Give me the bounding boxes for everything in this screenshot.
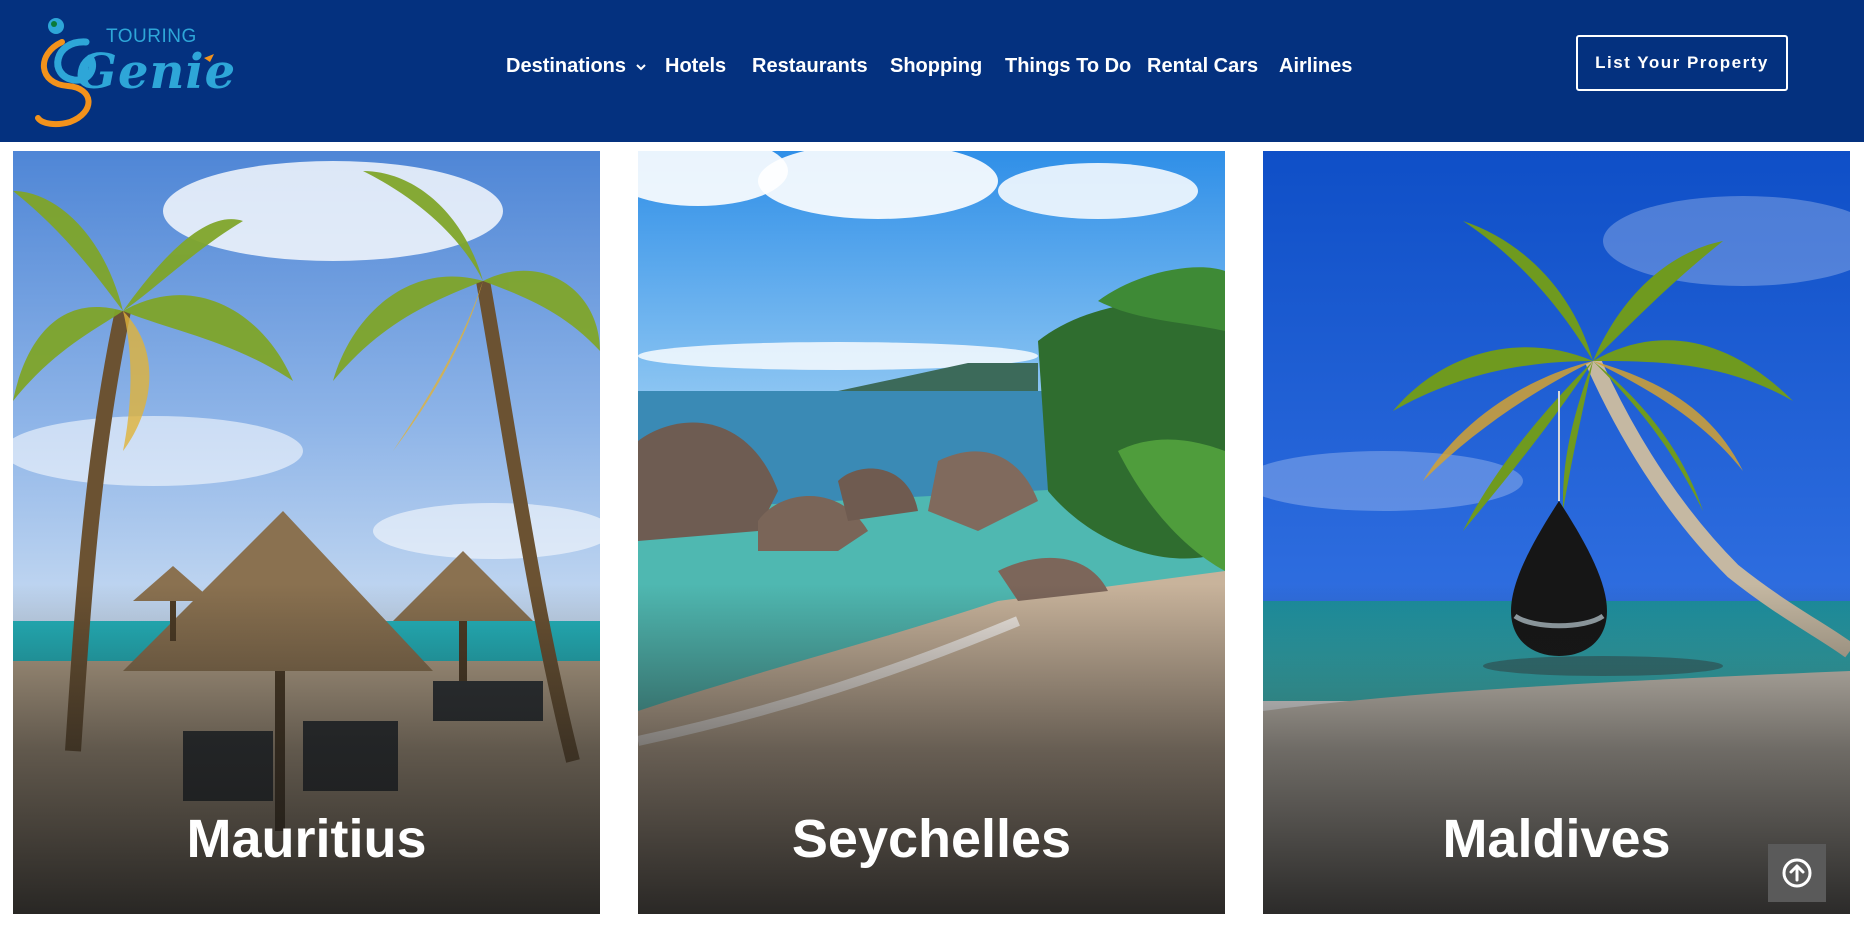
nav-rental-cars[interactable]: Rental Cars xyxy=(1147,50,1258,82)
nav-things-to-do[interactable]: Things To Do xyxy=(1005,50,1131,82)
destination-card-maldives[interactable]: Maldives xyxy=(1263,151,1850,914)
nav-shopping[interactable]: Shopping xyxy=(890,50,982,82)
list-your-property-button[interactable]: List Your Property xyxy=(1576,35,1788,91)
nav-hotels[interactable]: Hotels xyxy=(665,50,726,82)
chevron-down-icon xyxy=(635,64,646,71)
nav-airlines[interactable]: Airlines xyxy=(1279,50,1352,82)
site-header: TOURING Genie Destinations Hotels Restau… xyxy=(0,0,1864,142)
card-title: Mauritius xyxy=(186,809,427,869)
destination-card-mauritius[interactable]: Mauritius xyxy=(13,151,600,914)
destination-card-seychelles[interactable]: Seychelles xyxy=(638,151,1225,914)
card-title: Maldives xyxy=(1442,809,1671,869)
back-to-top-button[interactable] xyxy=(1768,844,1826,902)
nav-label: Destinations xyxy=(506,55,627,77)
nav-destinations[interactable]: Destinations xyxy=(506,50,646,82)
card-title: Seychelles xyxy=(791,809,1072,869)
arrow-up-circle-icon xyxy=(1782,858,1812,888)
nav-restaurants[interactable]: Restaurants xyxy=(752,50,868,82)
